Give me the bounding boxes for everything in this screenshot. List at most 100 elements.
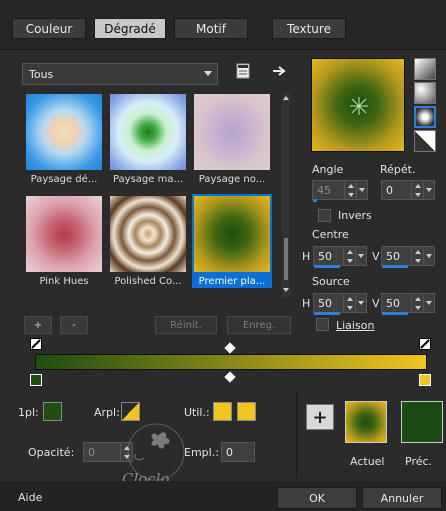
gradient-thumb[interactable]: Paysage dé... <box>24 92 104 186</box>
rectangular-style-icon[interactable] <box>414 82 436 104</box>
gradient-preview <box>194 94 270 170</box>
gradient-label: Premier pla... <box>198 276 266 287</box>
current-label: Actuel <box>350 455 385 468</box>
user-color-swatch-2[interactable] <box>237 402 256 421</box>
gradient-label: Paysage ma... <box>112 174 184 185</box>
center-v-value[interactable]: 50 <box>382 250 411 263</box>
center-h-label: H <box>302 250 311 263</box>
source-h-label: H <box>302 297 311 310</box>
center-label: Centre <box>312 228 349 241</box>
arrow-right-icon[interactable] <box>270 62 288 80</box>
grid-scrollbar[interactable] <box>282 92 290 298</box>
gradient-thumb[interactable]: Pink Hues <box>24 194 104 288</box>
cancel-button[interactable]: Annuler <box>362 487 442 509</box>
chevron-down-icon[interactable] <box>423 294 434 312</box>
current-gradient-swatch <box>345 401 387 443</box>
gradient-preview-large[interactable] <box>311 58 405 152</box>
scrollbar-thumb[interactable] <box>284 238 288 280</box>
gradient-preview <box>110 94 186 170</box>
top-stop-left-icon[interactable] <box>30 338 42 350</box>
center-v-slider-bar[interactable] <box>382 265 408 268</box>
chevron-down-icon[interactable] <box>355 294 366 312</box>
center-h-value[interactable]: 50 <box>314 250 343 263</box>
category-dropdown[interactable]: Tous <box>22 63 218 85</box>
user-color-swatch[interactable] <box>213 402 232 421</box>
source-h-stepper[interactable]: 50 <box>313 293 367 313</box>
ok-button[interactable]: OK <box>277 487 357 509</box>
opacity-midpoint-marker[interactable] <box>224 342 236 354</box>
remove-gradient-button[interactable]: - <box>60 316 88 334</box>
add-to-library-button[interactable]: + <box>306 404 334 430</box>
gradient-thumb[interactable]: Paysage no... <box>192 92 272 186</box>
center-h-slider-bar[interactable] <box>314 265 340 268</box>
source-v-value[interactable]: 50 <box>382 297 411 310</box>
gradient-preview <box>26 94 102 170</box>
scroll-down-arrow-icon[interactable] <box>283 288 289 294</box>
tab-texture[interactable]: Texture <box>272 18 346 39</box>
gradient-preview <box>194 196 270 272</box>
color-stop-right-icon[interactable] <box>419 374 431 386</box>
location-field[interactable]: 0 <box>221 442 255 462</box>
library-options-icon[interactable] <box>234 62 252 80</box>
gradient-thumb[interactable]: Paysage ma... <box>108 92 188 186</box>
scroll-up-arrow-icon[interactable] <box>283 96 289 102</box>
tab-color[interactable]: Couleur <box>12 18 86 39</box>
color-stop-left-icon[interactable] <box>30 374 42 386</box>
first-color-swatch[interactable] <box>43 402 62 421</box>
link-checkbox[interactable] <box>316 318 329 331</box>
previous-label: Préc. <box>405 455 433 468</box>
linear-style-icon[interactable] <box>414 58 436 80</box>
previous-gradient-swatch[interactable] <box>401 401 443 443</box>
sunburst-style-icon[interactable] <box>414 106 436 128</box>
gradient-preview <box>110 196 186 272</box>
chevron-down-icon <box>204 71 212 76</box>
gradient-label: Paysage no... <box>198 174 266 185</box>
opacity-label: Opacité: <box>28 446 75 459</box>
chevron-down-icon[interactable] <box>423 247 434 265</box>
chevron-down-icon[interactable] <box>356 181 367 199</box>
source-h-value[interactable]: 50 <box>314 297 343 310</box>
invert-checkbox[interactable] <box>318 209 331 222</box>
center-v-stepper[interactable]: 50 <box>381 246 435 266</box>
source-h-slider-bar[interactable] <box>314 312 340 315</box>
source-label: Source <box>312 275 350 288</box>
spin-arrows-icon[interactable] <box>343 247 355 265</box>
angle-value[interactable]: 45 <box>313 184 344 197</box>
gradient-label: Polished Co... <box>114 276 182 287</box>
top-stop-right-icon[interactable] <box>419 338 431 350</box>
repeat-label: Répét. <box>380 163 416 176</box>
gradient-editor-bar[interactable] <box>35 354 427 370</box>
reset-button[interactable]: Réinit. <box>155 316 217 334</box>
spin-arrows-icon[interactable] <box>411 181 423 199</box>
link-label: Liaison <box>336 319 375 332</box>
angle-slider-bar[interactable] <box>313 199 317 202</box>
add-gradient-button[interactable]: + <box>24 316 52 334</box>
repeat-stepper[interactable]: 0 <box>381 180 435 200</box>
tab-gradient[interactable]: Dégradé <box>94 18 166 39</box>
radial-style-icon[interactable] <box>414 130 436 152</box>
repeat-value[interactable]: 0 <box>382 184 411 197</box>
chevron-down-icon[interactable] <box>423 181 434 199</box>
source-v-stepper[interactable]: 50 <box>381 293 435 313</box>
angle-stepper[interactable]: 45 <box>312 180 368 200</box>
category-dropdown-value: Tous <box>29 67 54 81</box>
spin-arrows-icon[interactable] <box>344 181 356 199</box>
center-h-stepper[interactable]: 50 <box>313 246 367 266</box>
first-color-label: 1pl: <box>18 406 39 419</box>
tab-pattern[interactable]: Motif <box>174 18 248 39</box>
gradient-thumb[interactable]: Polished Co... <box>108 194 188 288</box>
invert-label: Invers <box>338 209 372 222</box>
angle-label: Angle <box>312 163 344 176</box>
gradient-label: Paysage dé... <box>30 174 98 185</box>
spin-arrows-icon[interactable] <box>411 294 423 312</box>
source-v-slider-bar[interactable] <box>382 312 408 315</box>
gradient-thumb-selected[interactable]: Premier pla... <box>192 194 272 288</box>
chevron-down-icon[interactable] <box>355 247 366 265</box>
spin-arrows-icon[interactable] <box>411 247 423 265</box>
save-gradient-button[interactable]: Enreg. <box>227 316 291 334</box>
color-midpoint-marker[interactable] <box>224 371 236 383</box>
spin-arrows-icon[interactable] <box>343 294 355 312</box>
center-crosshair-icon[interactable] <box>349 96 369 116</box>
help-link[interactable]: Aide <box>18 491 42 504</box>
location-value[interactable]: 0 <box>222 446 254 459</box>
